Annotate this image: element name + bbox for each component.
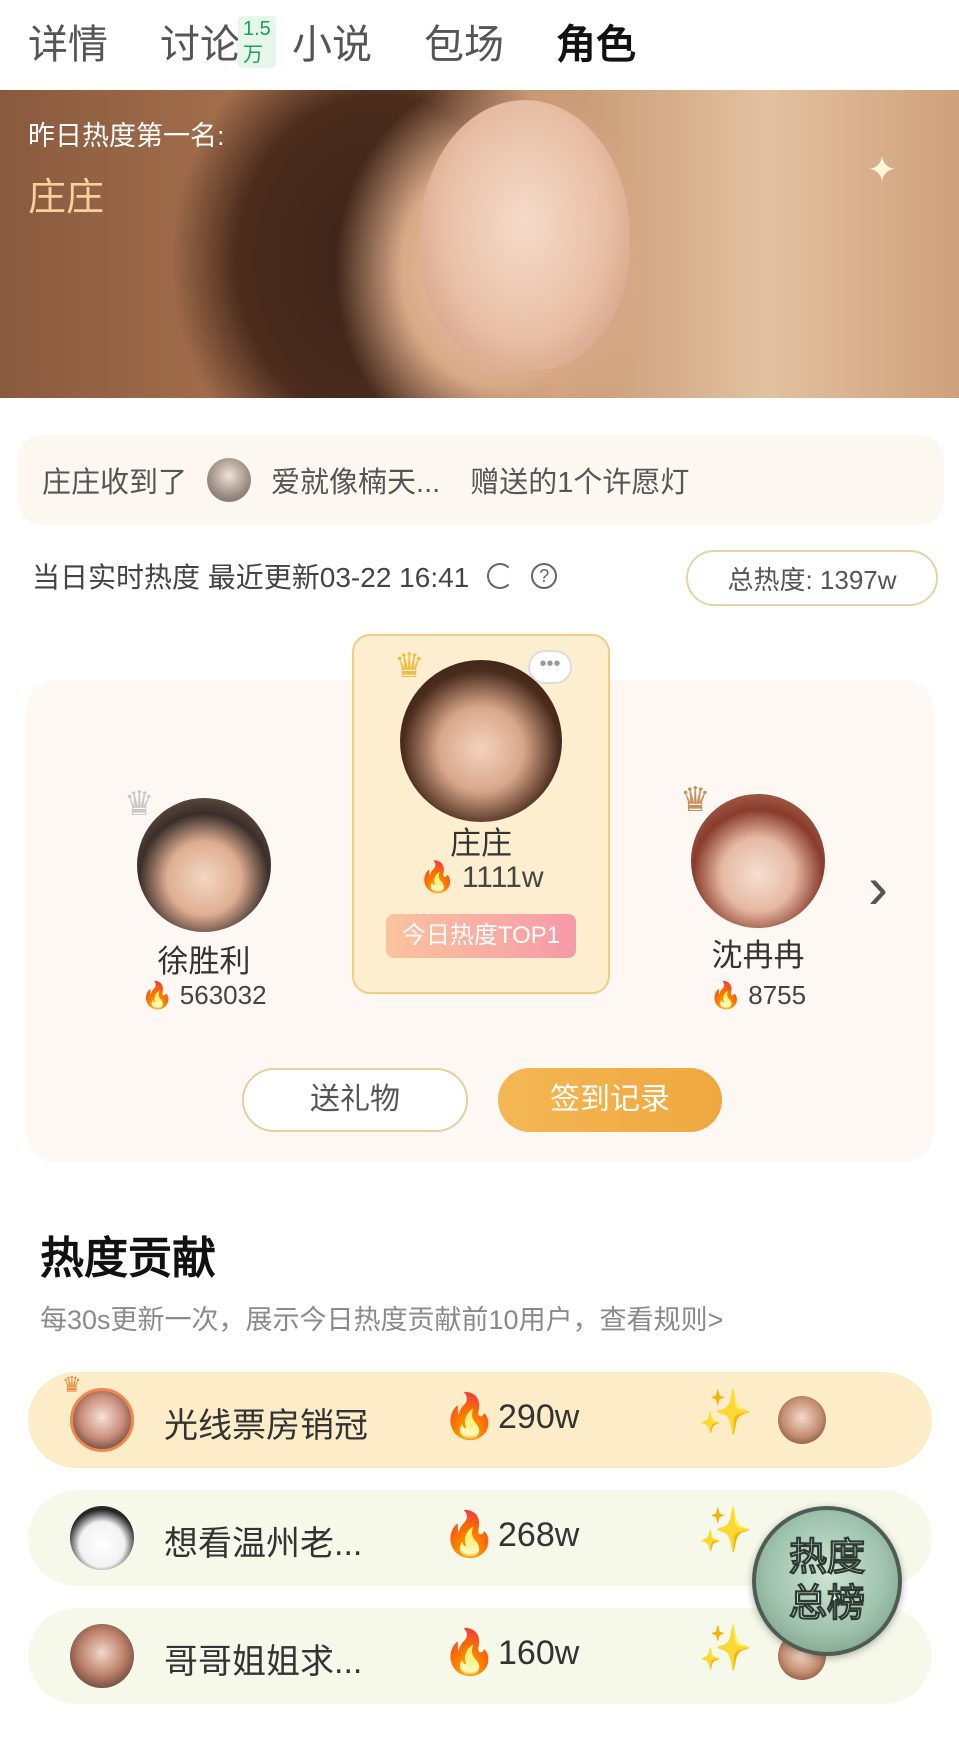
user-score: 268w xyxy=(498,1516,580,1554)
gold-crown-icon: ♛ xyxy=(394,647,425,685)
total-heat-pill: 总热度: 1397w xyxy=(686,550,938,606)
tab-booking-label: 包场 xyxy=(424,23,504,67)
tab-booking[interactable]: 包场 xyxy=(424,10,504,80)
flame-icon: 🔥 xyxy=(709,980,743,1010)
rank1-score-value: 1111w xyxy=(461,861,544,894)
user-name: 哥哥姐姐求... xyxy=(164,1643,363,1681)
realtime-heat-row: 当日实时热度 最近更新03-22 16:41 ? xyxy=(32,556,558,596)
flame-icon: 🔥 xyxy=(442,1628,497,1677)
send-gift-button[interactable]: 送礼物 xyxy=(242,1068,468,1132)
float-badge-line1: 热度 xyxy=(788,1537,865,1580)
crown-icon: ♛ xyxy=(62,1372,82,1397)
rank1-score: 🔥 1111w xyxy=(400,860,562,895)
tab-novel-label: 小说 xyxy=(292,23,372,67)
top1-tag: 今日热度TOP1 xyxy=(386,914,576,958)
sender-avatar xyxy=(207,458,252,502)
flame-icon: 🔥 xyxy=(442,1510,497,1559)
guarded-role-avatar xyxy=(778,1396,826,1444)
tab-discussion[interactable]: 讨论 1.5万 xyxy=(160,10,276,80)
bronze-crown-icon: ♛ xyxy=(680,781,711,819)
float-badge-line2: 总榜 xyxy=(788,1583,865,1626)
user-score: 160w xyxy=(498,1634,580,1672)
rank3-name: 沈冉冉 xyxy=(711,938,805,973)
tab-discussion-label: 讨论 xyxy=(160,23,240,67)
gift-notice-prefix: 庄庄收到了 xyxy=(42,467,188,499)
wand-icon: ✨ xyxy=(698,1388,753,1437)
wand-icon: ✨ xyxy=(698,1624,753,1673)
contribution-subtitle[interactable]: 每30s更新一次，展示今日热度贡献前10用户，查看规则> xyxy=(40,1298,723,1337)
tab-characters-label: 角色 xyxy=(556,23,636,67)
user-score: 290w xyxy=(498,1398,580,1436)
contribution-row[interactable]: 光线票房销冠 🔥 290w ✨ xyxy=(28,1372,932,1468)
rank2-name: 徐胜利 xyxy=(157,944,251,979)
checkin-record-button[interactable]: 签到记录 xyxy=(498,1068,722,1132)
user-name: 光线票房销冠 xyxy=(164,1407,368,1445)
tab-characters[interactable]: 角色 xyxy=(556,10,636,80)
user-avatar[interactable] xyxy=(70,1624,134,1688)
chat-bubble-icon[interactable]: ••• xyxy=(528,650,572,684)
hero-name: 庄庄 xyxy=(28,177,105,219)
realtime-label: 当日实时热度 最近更新03-22 16:41 xyxy=(32,562,470,593)
flame-icon: 🔥 xyxy=(418,861,456,894)
discussion-count-badge: 1.5万 xyxy=(238,16,276,68)
rank1-avatar[interactable] xyxy=(400,660,562,822)
total-ranking-float-button[interactable]: 热度 总榜 xyxy=(752,1506,902,1656)
total-heat-text: 总热度: 1397w xyxy=(727,564,897,595)
chevron-right-icon[interactable]: › xyxy=(868,858,888,918)
hero-label: 昨日热度第一名: xyxy=(28,121,225,151)
user-name: 想看温州老... xyxy=(164,1525,363,1563)
flame-icon: 🔥 xyxy=(442,1392,497,1441)
wand-icon: ✨ xyxy=(698,1506,753,1555)
rank3-avatar[interactable] xyxy=(691,794,825,928)
refresh-icon[interactable] xyxy=(487,563,514,589)
hero-portrait xyxy=(420,100,630,370)
tab-bar: 详情 讨论 1.5万 小说 包场 角色 xyxy=(0,0,959,90)
rank3-score-value: 8755 xyxy=(748,980,807,1010)
flame-icon: 🔥 xyxy=(141,980,174,1010)
tab-details-label: 详情 xyxy=(28,23,108,67)
gift-notice-suffix: 赠送的1个许愿灯 xyxy=(470,467,690,499)
hero-banner[interactable]: 昨日热度第一名: 庄庄 ✦ xyxy=(0,90,959,398)
help-icon[interactable]: ? xyxy=(531,563,558,589)
rank2-score: 🔥 563032 xyxy=(124,980,284,1011)
sparkle-icon: ✦ xyxy=(866,149,898,190)
rank1-name: 庄庄 xyxy=(450,826,512,861)
contribution-title: 热度贡献 xyxy=(40,1234,216,1283)
user-avatar[interactable] xyxy=(70,1506,134,1570)
gift-sender-name: 爱就像楠天... xyxy=(271,467,441,499)
gift-notice-bar[interactable]: 庄庄收到了 爱就像楠天... 赠送的1个许愿灯 xyxy=(18,435,944,525)
rank2-score-value: 563032 xyxy=(179,980,267,1010)
tab-details[interactable]: 详情 xyxy=(28,10,108,80)
rank2-avatar[interactable] xyxy=(137,798,271,932)
tab-novel[interactable]: 小说 xyxy=(292,10,372,80)
silver-crown-icon: ♛ xyxy=(124,785,155,823)
rank3-score: 🔥 8755 xyxy=(678,980,838,1011)
